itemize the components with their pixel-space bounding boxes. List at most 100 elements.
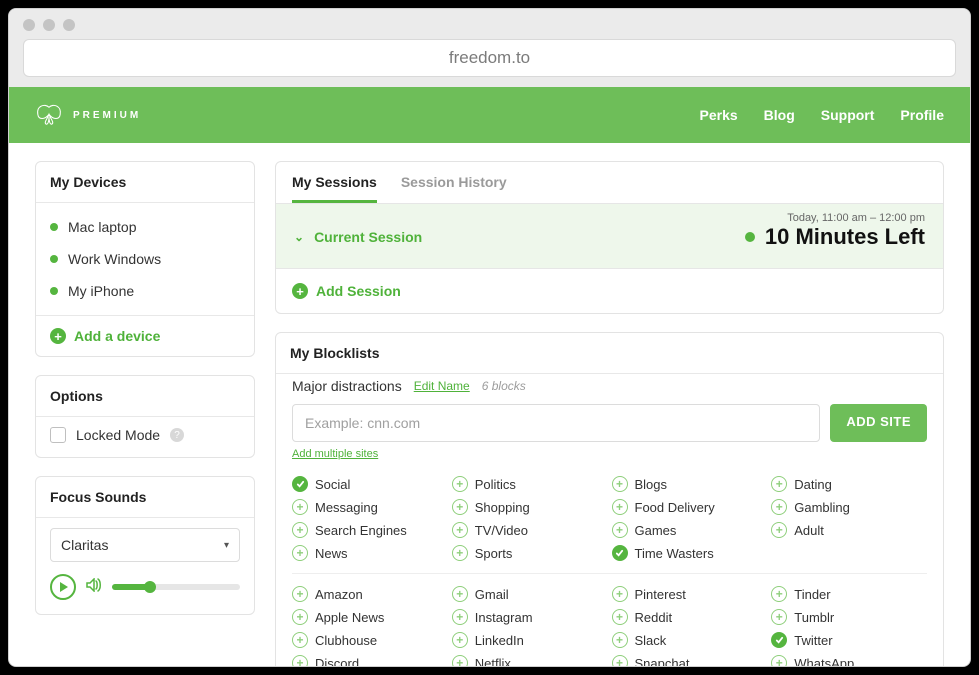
volume-slider[interactable] <box>112 584 240 590</box>
topbar: PREMIUM Perks Blog Support Profile <box>9 87 970 143</box>
plus-icon: + <box>292 499 308 515</box>
category-item[interactable]: + Games <box>612 522 768 538</box>
traffic-light-zoom[interactable] <box>63 19 75 31</box>
logo[interactable]: PREMIUM <box>35 104 141 126</box>
site-item[interactable]: +Tumblr <box>771 609 927 625</box>
add-multiple-link[interactable]: Add multiple sites <box>276 442 943 460</box>
browser-chrome <box>9 9 970 39</box>
site-item[interactable]: +Gmail <box>452 586 608 602</box>
category-label: Politics <box>475 477 516 492</box>
url-bar[interactable]: freedom.to <box>23 39 956 77</box>
play-button[interactable] <box>50 574 76 600</box>
category-item[interactable]: +Gambling <box>771 499 927 515</box>
plus-icon: + <box>452 586 468 602</box>
site-item[interactable]: +Slack <box>612 632 768 648</box>
plus-icon: + <box>452 545 468 561</box>
time-left-label: 10 Minutes Left <box>765 224 925 250</box>
category-item[interactable]: +Messaging <box>292 499 448 515</box>
category-item[interactable]: +Adult <box>771 522 927 538</box>
category-label: Gambling <box>794 500 850 515</box>
nav-right: Perks Blog Support Profile <box>700 107 945 123</box>
device-item[interactable]: Work Windows <box>50 243 240 275</box>
edit-name-link[interactable]: Edit Name <box>414 379 470 393</box>
nav-blog[interactable]: Blog <box>764 107 795 123</box>
plus-icon: + <box>50 328 66 344</box>
add-device-button[interactable]: + Add a device <box>36 315 254 356</box>
device-label: Mac laptop <box>68 219 136 235</box>
category-item[interactable]: +News <box>292 545 448 561</box>
category-item[interactable]: + TV/Video <box>452 522 608 538</box>
tab-my-sessions[interactable]: My Sessions <box>292 174 377 203</box>
device-item[interactable]: Mac laptop <box>50 211 240 243</box>
premium-label: PREMIUM <box>73 110 141 121</box>
sound-select[interactable]: Claritas ▾ <box>50 528 240 562</box>
plus-icon: + <box>612 586 628 602</box>
status-dot-icon <box>50 287 58 295</box>
focus-sounds-title: Focus Sounds <box>36 477 254 518</box>
site-label: Netflix <box>475 656 511 667</box>
site-item[interactable]: +Netflix <box>452 655 608 666</box>
play-icon <box>60 582 68 592</box>
plus-icon: + <box>612 476 628 492</box>
site-item[interactable]: +Amazon <box>292 586 448 602</box>
site-label: Tinder <box>794 587 830 602</box>
plus-icon: + <box>612 632 628 648</box>
category-label: Games <box>635 523 677 538</box>
plus-icon: + <box>452 522 468 538</box>
check-icon <box>292 476 308 492</box>
traffic-light-minimize[interactable] <box>43 19 55 31</box>
nav-support[interactable]: Support <box>821 107 875 123</box>
device-item[interactable]: My iPhone <box>50 275 240 307</box>
nav-perks[interactable]: Perks <box>700 107 738 123</box>
site-item[interactable]: +Clubhouse <box>292 632 448 648</box>
add-site-button[interactable]: ADD SITE <box>830 404 927 442</box>
site-label: Clubhouse <box>315 633 377 648</box>
tab-session-history[interactable]: Session History <box>401 174 507 203</box>
site-label: Reddit <box>635 610 673 625</box>
site-label: Instagram <box>475 610 533 625</box>
site-label: WhatsApp <box>794 656 854 667</box>
category-item[interactable]: +Food Delivery <box>612 499 768 515</box>
category-label: TV/Video <box>475 523 528 538</box>
site-item[interactable]: + Reddit <box>612 609 768 625</box>
blocklists-card: My Blocklists Major distractions Edit Na… <box>275 332 944 666</box>
category-label: Blogs <box>635 477 668 492</box>
plus-icon: + <box>292 655 308 666</box>
category-item[interactable]: +Dating <box>771 476 927 492</box>
site-item[interactable]: Twitter <box>771 632 927 648</box>
category-item[interactable]: +Politics <box>452 476 608 492</box>
traffic-light-close[interactable] <box>23 19 35 31</box>
site-item[interactable]: +Instagram <box>452 609 608 625</box>
site-input[interactable]: Example: cnn.com <box>292 404 820 442</box>
plus-icon: + <box>292 522 308 538</box>
status-dot-icon <box>50 255 58 263</box>
add-session-button[interactable]: + Add Session <box>276 268 943 313</box>
category-item[interactable]: Social <box>292 476 448 492</box>
category-item[interactable]: +Sports <box>452 545 608 561</box>
site-item[interactable]: +Tinder <box>771 586 927 602</box>
nav-profile[interactable]: Profile <box>900 107 944 123</box>
volume-icon[interactable] <box>86 578 102 596</box>
site-item[interactable]: +WhatsApp <box>771 655 927 666</box>
plus-icon: + <box>612 609 628 625</box>
category-item[interactable]: + Blogs <box>612 476 768 492</box>
category-label: Time Wasters <box>635 546 714 561</box>
app-viewport: PREMIUM Perks Blog Support Profile My De… <box>9 87 970 666</box>
site-item[interactable]: +Snapchat <box>612 655 768 666</box>
locked-mode-checkbox[interactable] <box>50 427 66 443</box>
site-item[interactable]: +Pinterest <box>612 586 768 602</box>
plus-icon: + <box>612 522 628 538</box>
site-item[interactable]: +Apple News <box>292 609 448 625</box>
help-icon[interactable]: ? <box>170 428 184 442</box>
plus-icon: + <box>292 283 308 299</box>
blocklist-name: Major distractions <box>292 378 402 394</box>
locked-mode-row[interactable]: Locked Mode ? <box>50 427 240 443</box>
browser-window: freedom.to PREMIUM Perks Blog Support Pr… <box>8 8 971 667</box>
category-item[interactable]: +Shopping <box>452 499 608 515</box>
volume-slider-thumb[interactable] <box>144 581 156 593</box>
current-session-row[interactable]: ⌄ Current Session Today, 11:00 am – 12:0… <box>276 204 943 268</box>
site-item[interactable]: +Discord <box>292 655 448 666</box>
site-item[interactable]: +LinkedIn <box>452 632 608 648</box>
category-item[interactable]: Time Wasters <box>612 545 768 561</box>
category-item[interactable]: +Search Engines <box>292 522 448 538</box>
